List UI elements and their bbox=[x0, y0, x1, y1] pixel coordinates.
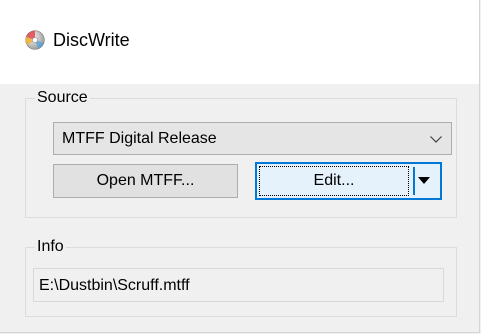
info-path-field: E:\Dustbin\Scruff.mtff bbox=[33, 268, 444, 302]
discwrite-window: DiscWrite Source MTFF Digital Release Op… bbox=[0, 0, 480, 333]
edit-split-button[interactable]: Edit... bbox=[255, 162, 442, 200]
window-title: DiscWrite bbox=[53, 30, 130, 50]
split-separator bbox=[413, 167, 415, 195]
title-bar: DiscWrite bbox=[0, 0, 479, 84]
info-path-text: E:\Dustbin\Scruff.mtff bbox=[39, 277, 190, 294]
open-mtff-button[interactable]: Open MTFF... bbox=[53, 164, 238, 198]
source-dropdown[interactable]: MTFF Digital Release bbox=[53, 122, 452, 155]
chevron-down-icon bbox=[429, 131, 443, 145]
edit-button[interactable]: Edit... bbox=[259, 166, 409, 196]
disc-icon bbox=[25, 30, 45, 50]
source-group bbox=[25, 98, 457, 218]
info-group-label: Info bbox=[35, 237, 66, 257]
source-dropdown-value: MTFF Digital Release bbox=[62, 130, 217, 147]
source-group-label: Source bbox=[35, 88, 90, 108]
dropdown-arrow-icon[interactable] bbox=[418, 177, 430, 184]
